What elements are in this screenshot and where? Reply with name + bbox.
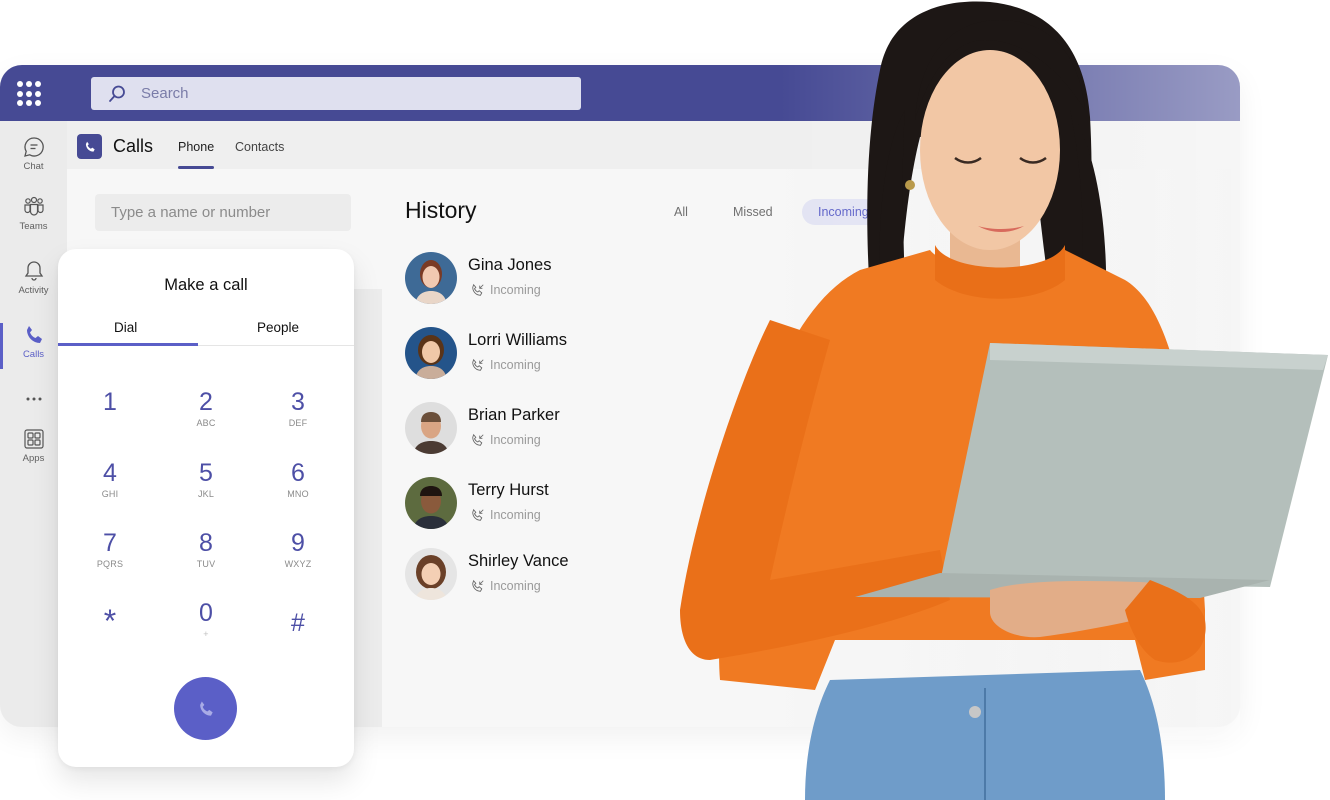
call-status: Incoming bbox=[471, 283, 541, 297]
dial-key-1[interactable]: 1 bbox=[70, 388, 150, 438]
tab-contacts[interactable]: Contacts bbox=[235, 140, 284, 154]
dial-key-0[interactable]: 0 + bbox=[166, 599, 246, 649]
history-item[interactable]: Lorri Williams Incoming bbox=[405, 327, 665, 383]
waffle-grid-icon[interactable] bbox=[17, 81, 43, 107]
panel-divider bbox=[352, 289, 382, 727]
teams-icon bbox=[23, 196, 44, 216]
avatar bbox=[405, 402, 457, 454]
search-placeholder: Search bbox=[141, 85, 189, 102]
tab-dial[interactable]: Dial bbox=[114, 320, 137, 335]
phone-icon bbox=[26, 326, 42, 343]
dial-key-4[interactable]: 4 GHI bbox=[70, 459, 150, 509]
contact-name: Lorri Williams bbox=[468, 331, 567, 349]
contact-name: Gina Jones bbox=[468, 256, 552, 274]
apps-icon bbox=[23, 429, 44, 449]
contact-name: Brian Parker bbox=[468, 406, 560, 424]
avatar bbox=[405, 327, 457, 379]
search-input[interactable]: Search bbox=[91, 77, 581, 110]
incoming-call-icon bbox=[472, 358, 484, 371]
rail-item-teams[interactable]: Teams bbox=[0, 195, 67, 247]
dial-key-5[interactable]: 5 JKL bbox=[166, 459, 246, 509]
woman-with-laptop-image bbox=[680, 1, 1328, 800]
tab-phone[interactable]: Phone bbox=[178, 140, 215, 169]
avatar bbox=[405, 477, 457, 529]
dial-key-2[interactable]: 2 ABC bbox=[166, 388, 246, 438]
bell-icon bbox=[24, 261, 43, 281]
contact-name: Terry Hurst bbox=[468, 481, 549, 499]
make-call-card: Make a call Dial People 1 2 ABC 3 DEF 4 GHI… bbox=[58, 249, 354, 767]
rail-item-apps[interactable]: Apps bbox=[0, 427, 67, 479]
tab-people[interactable]: People bbox=[257, 320, 299, 335]
avatar bbox=[405, 548, 457, 600]
history-item[interactable]: Shirley Vance Incoming bbox=[405, 548, 665, 604]
dial-key-hash[interactable]: # bbox=[258, 609, 338, 659]
dial-key-8[interactable]: 8 TUV bbox=[166, 529, 246, 579]
dial-key-6[interactable]: 6 MNO bbox=[258, 459, 338, 509]
name-or-number-input[interactable]: Type a name or number bbox=[95, 194, 351, 231]
history-item[interactable]: Gina Jones Incoming bbox=[405, 252, 665, 308]
search-icon bbox=[109, 85, 125, 102]
calls-app-icon bbox=[77, 134, 102, 159]
chat-icon bbox=[23, 137, 44, 157]
history-item[interactable]: Brian Parker Incoming bbox=[405, 402, 665, 458]
page-title: Calls bbox=[113, 136, 154, 156]
rail-item-activity[interactable]: Activity bbox=[0, 259, 67, 311]
incoming-call-icon bbox=[472, 283, 484, 296]
incoming-call-icon bbox=[472, 579, 484, 592]
call-status: Incoming bbox=[471, 433, 541, 447]
avatar bbox=[405, 252, 457, 304]
dial-key-9[interactable]: 9 WXYZ bbox=[258, 529, 338, 579]
incoming-call-icon bbox=[472, 508, 484, 521]
make-call-title: Make a call bbox=[164, 276, 248, 294]
dial-key-7[interactable]: 7 PQRS bbox=[70, 529, 150, 579]
incoming-call-icon bbox=[472, 433, 484, 446]
app-rail: Chat Teams Activity Calls Apps bbox=[0, 121, 67, 727]
contact-name: Shirley Vance bbox=[468, 552, 569, 570]
rail-item-calls[interactable]: Calls bbox=[0, 323, 67, 375]
more-icon bbox=[26, 397, 41, 401]
active-tab-indicator bbox=[58, 343, 198, 346]
call-button[interactable] bbox=[174, 677, 237, 740]
call-status: Incoming bbox=[471, 358, 541, 372]
history-item[interactable]: Terry Hurst Incoming bbox=[405, 477, 665, 533]
dial-key-3[interactable]: 3 DEF bbox=[258, 388, 338, 438]
call-status: Incoming bbox=[471, 508, 541, 522]
phone-icon bbox=[199, 701, 213, 716]
call-status: Incoming bbox=[471, 579, 541, 593]
rail-item-chat[interactable]: Chat bbox=[0, 135, 67, 187]
history-title: History bbox=[405, 197, 477, 223]
dial-key-star[interactable]: * bbox=[70, 605, 150, 657]
